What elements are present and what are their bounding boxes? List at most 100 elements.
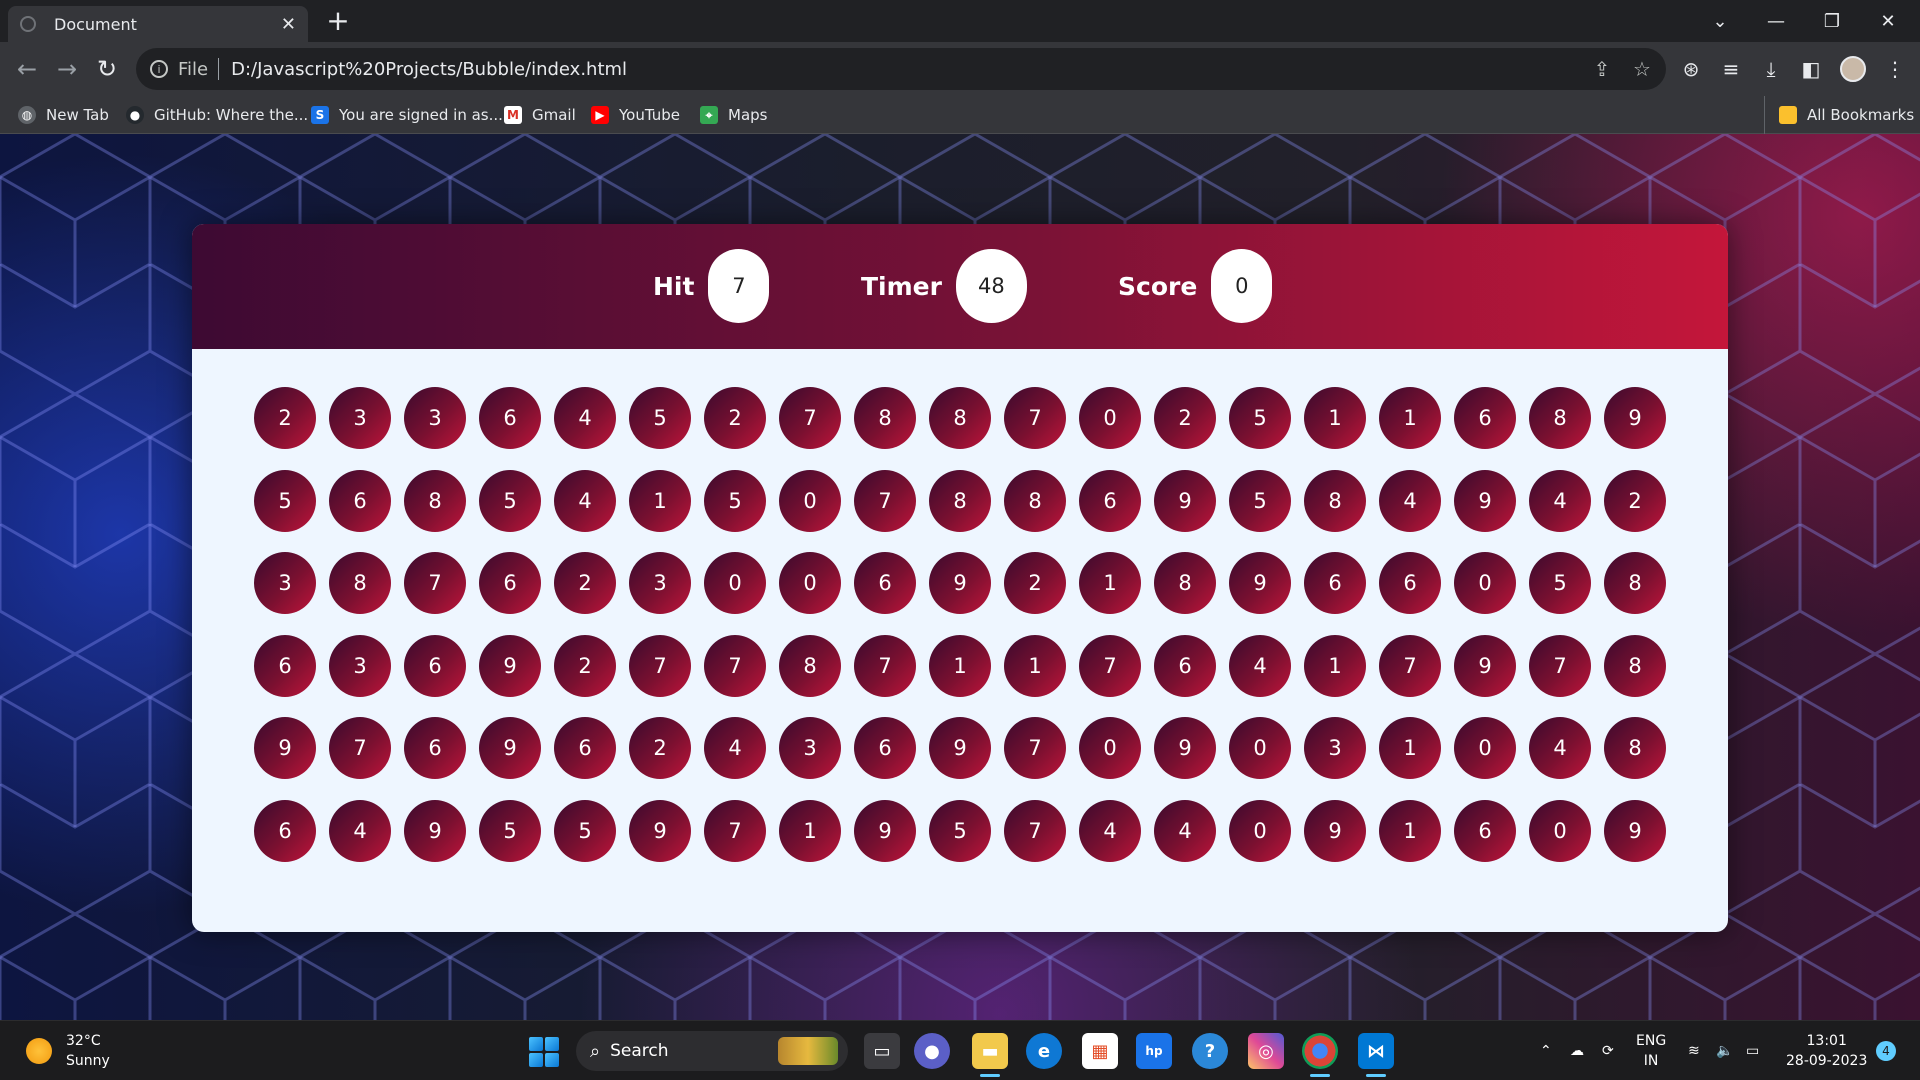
close-window-button[interactable]: ✕ bbox=[1860, 0, 1916, 42]
bubble[interactable]: 4 bbox=[704, 717, 766, 779]
menu-kebab-icon[interactable]: ⋮ bbox=[1880, 54, 1910, 84]
minimize-button[interactable]: — bbox=[1748, 0, 1804, 42]
bubble[interactable]: 8 bbox=[779, 634, 841, 697]
bubble[interactable]: 9 bbox=[254, 717, 316, 779]
extension-icon[interactable]: ⊛ bbox=[1676, 54, 1706, 84]
bookmark-signed-in[interactable]: S You are signed in as... bbox=[311, 96, 503, 134]
bubble[interactable]: 1 bbox=[1379, 717, 1441, 779]
bubble[interactable]: 6 bbox=[254, 634, 316, 697]
bubble[interactable]: 4 bbox=[1079, 799, 1141, 862]
myhp-icon[interactable]: hp bbox=[1136, 1033, 1172, 1069]
bubble[interactable]: 8 bbox=[329, 552, 391, 614]
taskbar-search[interactable]: ⌕ Search bbox=[576, 1031, 848, 1071]
back-button[interactable]: ← bbox=[10, 52, 44, 86]
bubble[interactable]: 8 bbox=[1529, 387, 1591, 449]
bubble[interactable]: 3 bbox=[404, 387, 466, 449]
bubble[interactable]: 6 bbox=[254, 799, 316, 862]
bubble[interactable]: 9 bbox=[1304, 799, 1366, 862]
bubble[interactable]: 8 bbox=[404, 469, 466, 532]
reload-button[interactable]: ↻ bbox=[90, 52, 124, 86]
bubble[interactable]: 2 bbox=[1004, 552, 1066, 614]
bubble[interactable]: 5 bbox=[1229, 469, 1291, 532]
bubble[interactable]: 7 bbox=[1379, 634, 1441, 697]
bubble[interactable]: 0 bbox=[1229, 717, 1291, 779]
bubble[interactable]: 6 bbox=[554, 717, 616, 779]
volume-icon[interactable]: 🔈 bbox=[1716, 1021, 1733, 1080]
bubble[interactable]: 8 bbox=[929, 387, 991, 449]
bubble[interactable]: 8 bbox=[854, 387, 916, 449]
bubble[interactable]: 5 bbox=[929, 799, 991, 862]
bubble[interactable]: 7 bbox=[704, 799, 766, 862]
bubble[interactable]: 5 bbox=[1229, 387, 1291, 449]
bubble[interactable]: 7 bbox=[1529, 634, 1591, 697]
bubble[interactable]: 6 bbox=[479, 387, 541, 449]
bubble[interactable]: 2 bbox=[554, 552, 616, 614]
bookmark-new-tab[interactable]: ◍ New Tab bbox=[18, 96, 109, 134]
bubble[interactable]: 0 bbox=[1454, 552, 1516, 614]
bubble[interactable]: 5 bbox=[254, 469, 316, 532]
bubble[interactable]: 1 bbox=[1004, 634, 1066, 697]
bubble[interactable]: 8 bbox=[1004, 469, 1066, 532]
bubble[interactable]: 3 bbox=[629, 552, 691, 614]
clock[interactable]: 13:01 28-09-2023 bbox=[1786, 1021, 1867, 1080]
task-view-icon[interactable]: ▭ bbox=[864, 1033, 900, 1069]
store-icon[interactable]: ▦ bbox=[1082, 1033, 1118, 1069]
show-hidden-icons[interactable]: ⌃ bbox=[1540, 1021, 1552, 1080]
bubble[interactable]: 7 bbox=[854, 469, 916, 532]
onedrive-icon[interactable]: ☁ bbox=[1570, 1021, 1584, 1080]
bubble[interactable]: 9 bbox=[629, 799, 691, 862]
bubble[interactable]: 0 bbox=[1454, 717, 1516, 779]
bubble[interactable]: 9 bbox=[479, 634, 541, 697]
bubble[interactable]: 2 bbox=[1604, 469, 1666, 532]
reading-list-icon[interactable]: ≡ bbox=[1716, 54, 1746, 84]
bubble[interactable]: 5 bbox=[479, 799, 541, 862]
bubble[interactable]: 0 bbox=[1079, 387, 1141, 449]
bubble[interactable]: 1 bbox=[1304, 634, 1366, 697]
bubble[interactable]: 5 bbox=[479, 469, 541, 532]
language-indicator[interactable]: ENG IN bbox=[1636, 1021, 1666, 1080]
file-explorer-icon[interactable]: ▬ bbox=[972, 1033, 1008, 1077]
bubble[interactable]: 2 bbox=[704, 387, 766, 449]
download-icon[interactable]: ⤓ bbox=[1756, 54, 1786, 84]
bubble[interactable]: 6 bbox=[329, 469, 391, 532]
bubble[interactable]: 4 bbox=[1229, 634, 1291, 697]
bubble[interactable]: 9 bbox=[854, 799, 916, 862]
bubble[interactable]: 6 bbox=[1304, 552, 1366, 614]
new-tab-button[interactable]: + bbox=[322, 6, 354, 38]
bubble[interactable]: 1 bbox=[1079, 552, 1141, 614]
help-icon[interactable]: ? bbox=[1192, 1033, 1228, 1069]
bubble[interactable]: 5 bbox=[554, 799, 616, 862]
bubble[interactable]: 5 bbox=[704, 469, 766, 532]
bubble[interactable]: 0 bbox=[704, 552, 766, 614]
bubble[interactable]: 1 bbox=[1379, 799, 1441, 862]
bubble[interactable]: 0 bbox=[1229, 799, 1291, 862]
bubble[interactable]: 1 bbox=[1379, 387, 1441, 449]
bubble[interactable]: 7 bbox=[704, 634, 766, 697]
active-tab[interactable]: Document ✕ bbox=[8, 6, 308, 42]
bubble[interactable]: 5 bbox=[1529, 552, 1591, 614]
bubble[interactable]: 4 bbox=[329, 799, 391, 862]
bubble[interactable]: 9 bbox=[404, 799, 466, 862]
start-button[interactable] bbox=[529, 1037, 559, 1067]
bubble[interactable]: 7 bbox=[1004, 717, 1066, 779]
tab-close-icon[interactable]: ✕ bbox=[281, 14, 296, 35]
restore-button[interactable]: ❐ bbox=[1804, 0, 1860, 42]
bubble[interactable]: 4 bbox=[1379, 469, 1441, 532]
bubble[interactable]: 0 bbox=[1079, 717, 1141, 779]
bubble[interactable]: 9 bbox=[929, 552, 991, 614]
bubble[interactable]: 4 bbox=[1529, 469, 1591, 532]
bubble[interactable]: 9 bbox=[929, 717, 991, 779]
bubble[interactable]: 0 bbox=[1529, 799, 1591, 862]
bubble[interactable]: 6 bbox=[1454, 799, 1516, 862]
bubble[interactable]: 9 bbox=[1229, 552, 1291, 614]
bubble[interactable]: 2 bbox=[1154, 387, 1216, 449]
vscode-icon[interactable]: ⋈ bbox=[1358, 1033, 1394, 1077]
bookmark-github[interactable]: ● GitHub: Where the... bbox=[126, 96, 308, 134]
wifi-icon[interactable]: ≋ bbox=[1688, 1021, 1700, 1080]
bubble[interactable]: 3 bbox=[779, 717, 841, 779]
bubble[interactable]: 3 bbox=[329, 634, 391, 697]
weather-widget[interactable]: 32°C Sunny bbox=[26, 1031, 110, 1071]
bubble[interactable]: 8 bbox=[1604, 717, 1666, 779]
bubble[interactable]: 9 bbox=[1154, 469, 1216, 532]
teams-chat-icon[interactable]: ● bbox=[914, 1033, 950, 1069]
